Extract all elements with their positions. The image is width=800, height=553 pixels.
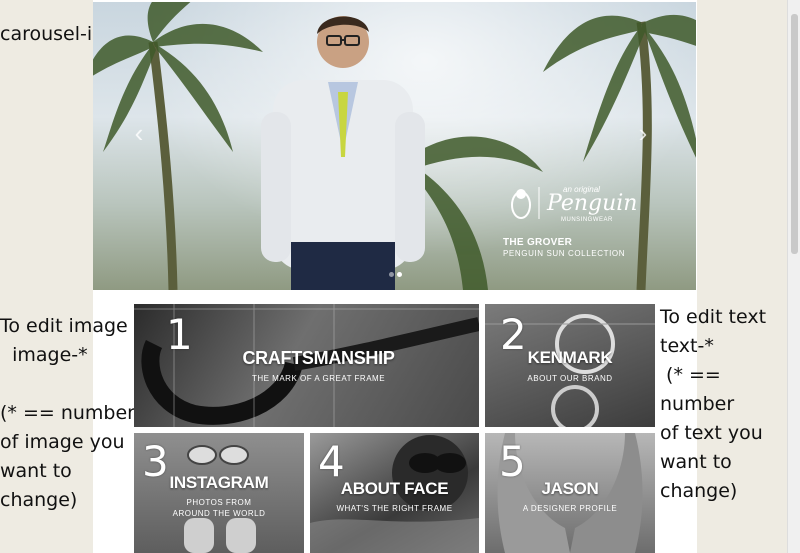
tile-subtitle: PHOTOS FROM AROUND THE WORLD <box>172 498 266 518</box>
tile-title: KENMARK <box>527 348 613 367</box>
carousel-image[interactable]: ‹ › an original Penguin MUNSINGWEAR THE … <box>93 2 696 290</box>
penguin-logo-icon <box>511 187 540 219</box>
tile-subtitle: WHAT'S THE RIGHT FRAME <box>336 504 453 513</box>
image-tile-2[interactable]: 2 KENMARK ABOUT OUR BRAND <box>485 304 655 427</box>
image-tile-4[interactable]: 4 ABOUT FACE WHAT'S THE RIGHT FRAME <box>310 433 479 553</box>
carousel-indicators <box>389 264 405 282</box>
tile-title: INSTAGRAM <box>169 473 269 492</box>
carousel-dot-active[interactable] <box>397 272 402 277</box>
slide-subtitle: PENGUIN SUN COLLECTION <box>503 249 626 258</box>
palm-trees-graphic <box>93 2 696 290</box>
tile-title: CRAFTSMANSHIP <box>242 348 395 368</box>
tile-subtitle: THE MARK OF A GREAT FRAME <box>251 374 386 383</box>
tile-title: ABOUT FACE <box>340 479 449 498</box>
image-tile-3[interactable]: 3 INSTAGRAM PHOTOS FROM AROUND THE WORLD <box>134 433 304 553</box>
tile-subtitle: ABOUT OUR BRAND <box>527 374 613 383</box>
brand-subline: MUNSINGWEAR <box>561 217 613 223</box>
text-edit-annotation: To edit text text-* (* == number of text… <box>660 306 767 502</box>
scrollbar-thumb[interactable] <box>791 14 798 254</box>
carousel-next-arrow[interactable]: › <box>633 120 653 146</box>
image-tile-1[interactable]: 1 CRAFTSMANSHIP THE MARK OF A GREAT FRAM… <box>134 304 479 427</box>
tile-number: 5 <box>499 437 526 486</box>
vertical-scrollbar[interactable] <box>787 0 800 553</box>
carousel-dot[interactable] <box>389 272 394 277</box>
tile-subtitle: A DESIGNER PROFILE <box>522 504 618 513</box>
image-edit-annotation: To edit image image-* (* == number of im… <box>0 315 135 511</box>
brand-name: Penguin <box>547 191 638 216</box>
image-tile-5[interactable]: 5 JASON A DESIGNER PROFILE <box>485 433 655 553</box>
carousel-prev-arrow[interactable]: ‹ <box>129 120 149 146</box>
tile-title: JASON <box>541 479 599 498</box>
slide-title: THE GROVER <box>503 237 573 248</box>
tile-number: 4 <box>318 437 345 486</box>
